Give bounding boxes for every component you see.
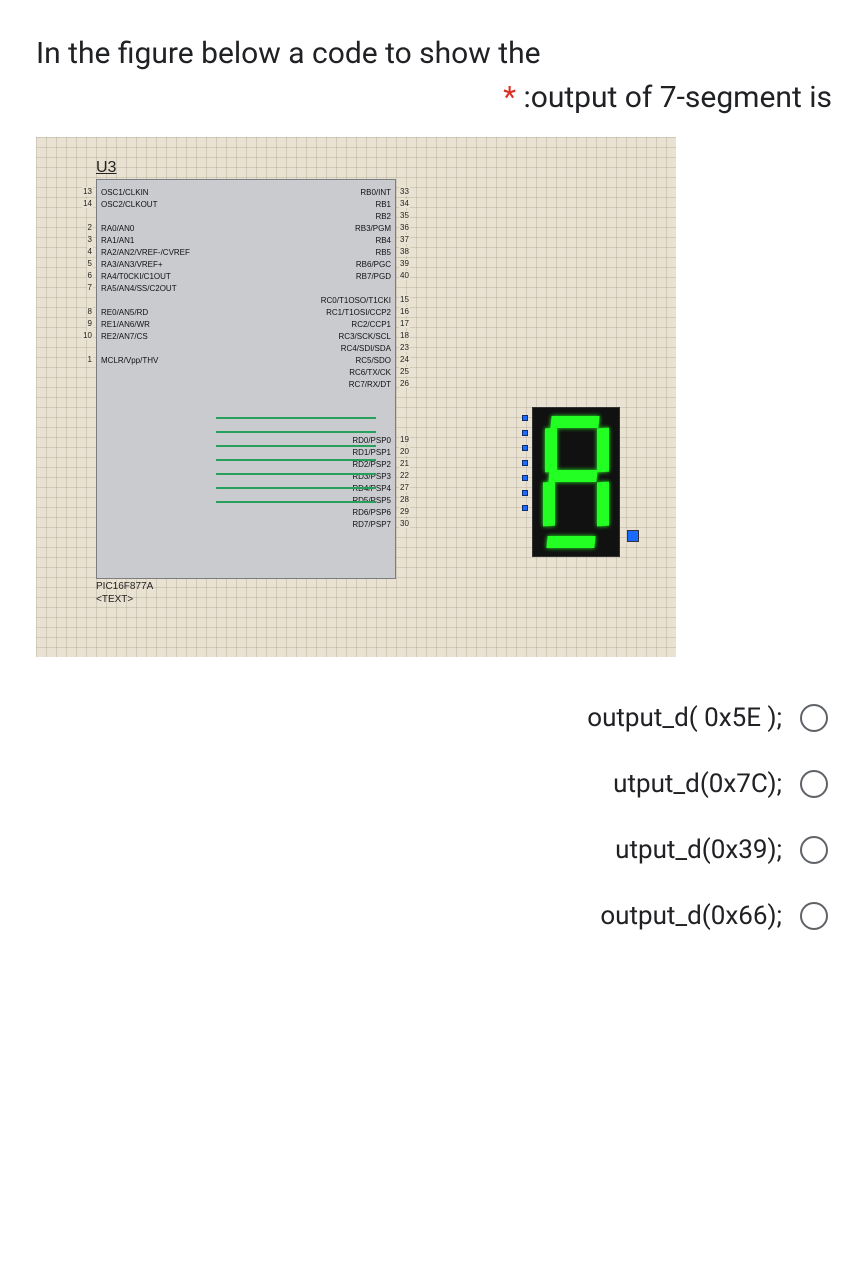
pin-label: RC1/T1OSI/CCP2	[326, 308, 391, 317]
question-text: In the figure below a code to show the *…	[36, 32, 832, 119]
pin-label: RA3/AN3/VREF+	[101, 260, 163, 269]
pin-label: RC6/TX/CK	[349, 368, 391, 377]
pin-number: 35	[399, 211, 410, 220]
option-row[interactable]: output_d(0x66);	[36, 883, 832, 949]
pin-number: 2	[87, 223, 93, 232]
wire	[216, 417, 376, 419]
chip-text-prop: <TEXT>	[96, 594, 396, 605]
wires-rd-to-7seg	[376, 415, 526, 535]
pin-number: 3	[87, 235, 93, 244]
pin-number: 34	[399, 199, 410, 208]
seven-segment-display	[532, 407, 620, 557]
segment-a	[550, 416, 599, 428]
option-row[interactable]: output_d( 0x5E );	[36, 685, 832, 751]
segment-c	[597, 482, 609, 527]
pin-label: RC5/SDO	[355, 356, 391, 365]
required-asterisk: *	[503, 80, 516, 115]
pin-number: 39	[399, 259, 410, 268]
chip-part-number: PIC16F877A	[96, 581, 396, 592]
wire	[216, 501, 376, 503]
circuit-figure: U3 13OSC1/CLKIN14OSC2/CLKOUT2RA0/AN03RA1…	[36, 137, 676, 657]
segment-d	[546, 536, 595, 548]
option-row[interactable]: utput_d(0x39);	[36, 817, 832, 883]
pin-number: 25	[399, 367, 410, 376]
pin-number: 36	[399, 223, 410, 232]
pin-label: RA1/AN1	[101, 236, 134, 245]
pin-label: RB2	[375, 212, 391, 221]
pin-number: 18	[399, 331, 410, 340]
pin-label: RC3/SCK/SCL	[339, 332, 391, 341]
pin-label: RB6/PGC	[356, 260, 391, 269]
pin-number: 4	[87, 247, 93, 256]
pin-label: RA0/AN0	[101, 224, 134, 233]
pin-label: RC4/SDI/SDA	[341, 344, 391, 353]
pin-number: 24	[399, 355, 410, 364]
pin-number: 1	[87, 355, 93, 364]
pin-label: RB4	[375, 236, 391, 245]
pin-number: 26	[399, 379, 410, 388]
pin-number: 9	[87, 319, 93, 328]
microcontroller-u3: U3 13OSC1/CLKIN14OSC2/CLKOUT2RA0/AN03RA1…	[96, 159, 396, 605]
question-line-2-text: :output of 7-segment is	[523, 80, 832, 115]
option-label: output_d( 0x5E );	[587, 703, 782, 733]
pin-label: RE0/AN5/RD	[101, 308, 148, 317]
pin-label: RA2/AN2/VREF-/CVREF	[101, 248, 190, 257]
segment-f	[545, 428, 557, 473]
option-label: utput_d(0x7C);	[613, 769, 782, 799]
pin-label: OSC1/CLKIN	[101, 188, 149, 197]
pin-label: RE1/AN6/WR	[101, 320, 150, 329]
pin-number: 6	[87, 271, 93, 280]
segment-b	[597, 428, 609, 473]
pin-number: 5	[87, 259, 93, 268]
pin-number: 16	[399, 307, 410, 316]
question-line-1: In the figure below a code to show the	[36, 32, 832, 76]
pin-number: 37	[399, 235, 410, 244]
pin-label: RC7/RX/DT	[349, 380, 391, 389]
wire	[216, 445, 376, 447]
pin-label: RC2/CCP1	[351, 320, 391, 329]
schematic-canvas: U3 13OSC1/CLKIN14OSC2/CLKOUT2RA0/AN03RA1…	[36, 137, 676, 657]
pin-number: 33	[399, 187, 410, 196]
radio-button[interactable]	[800, 902, 828, 930]
pin-label: RB1	[375, 200, 391, 209]
answer-options: output_d( 0x5E ); utput_d(0x7C); utput_d…	[36, 685, 832, 949]
pin-label: RC0/T1OSO/T1CKI	[321, 296, 391, 305]
pin-label: RA4/T0CKI/C1OUT	[101, 272, 171, 281]
pin-label: RB0/INT	[360, 188, 391, 197]
pin-number: 40	[399, 271, 410, 280]
segment-g	[548, 470, 597, 482]
pin-number: 23	[399, 343, 410, 352]
decimal-point	[627, 530, 639, 542]
wire	[216, 459, 376, 461]
pin-number: 8	[87, 307, 93, 316]
pin-label: MCLR/Vpp/THV	[101, 356, 158, 365]
option-label: utput_d(0x39);	[615, 835, 782, 865]
pin-label: RB7/PGD	[356, 272, 391, 281]
pin-label: RB5	[375, 248, 391, 257]
pin-label: RE2/AN7/CS	[101, 332, 148, 341]
wire	[216, 473, 376, 475]
question-line-2: * :output of 7-segment is	[36, 76, 832, 120]
pin-number: 17	[399, 319, 410, 328]
chip-body: 13OSC1/CLKIN14OSC2/CLKOUT2RA0/AN03RA1/AN…	[96, 179, 396, 579]
wire	[216, 431, 376, 433]
radio-button[interactable]	[800, 836, 828, 864]
pin-number: 15	[399, 295, 410, 304]
option-label: output_d(0x66);	[600, 901, 782, 931]
pin-number: 10	[82, 331, 93, 340]
pin-label: RB3/PGM	[355, 224, 391, 233]
pin-number: 7	[87, 283, 93, 292]
pin-label: OSC2/CLKOUT	[101, 200, 157, 209]
option-row[interactable]: utput_d(0x7C);	[36, 751, 832, 817]
pin-number: 14	[82, 199, 93, 208]
pin-label: RA5/AN4/SS/C2OUT	[101, 284, 177, 293]
radio-button[interactable]	[800, 704, 828, 732]
pin-number: 13	[82, 187, 93, 196]
chip-reference: U3	[96, 159, 396, 177]
pin-number: 38	[399, 247, 410, 256]
segment-e	[543, 482, 555, 527]
radio-button[interactable]	[800, 770, 828, 798]
wire	[216, 487, 376, 489]
